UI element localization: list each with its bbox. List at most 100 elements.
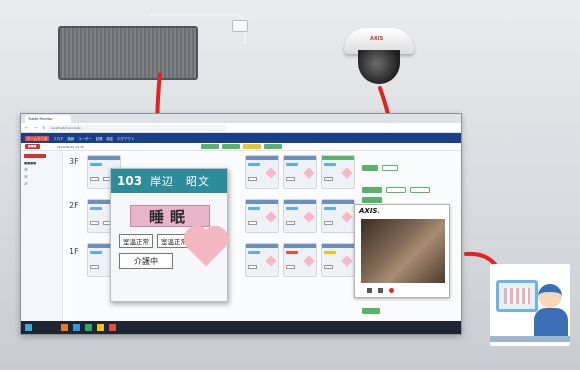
room-header [284, 200, 316, 204]
bed-icon [286, 207, 298, 210]
menu-item-facility[interactable]: 施設 [67, 136, 74, 141]
room-detail-popup[interactable]: 103 岸辺 昭文 睡眠 室温正常 室温正常 介護中 [110, 168, 228, 302]
care-status: 介護中 [119, 253, 173, 269]
vital-cell [286, 221, 295, 225]
vital-cell [324, 265, 333, 269]
sidebar-item-3f[interactable]: 3F [24, 168, 59, 172]
room-card[interactable] [283, 199, 317, 233]
app-menu: ホームモニタ フロア 施設 ユーザー 記録 設定 ログアウト [25, 136, 134, 141]
bed-icon [90, 163, 102, 166]
action-button-4[interactable] [264, 144, 282, 149]
menu-item-home[interactable]: ホームモニタ [25, 136, 50, 141]
room-temp-status: 室温正常 [119, 234, 153, 248]
panel-button-6[interactable] [362, 197, 382, 203]
menu-item-floor[interactable]: フロア [53, 136, 63, 141]
vital-cell [248, 221, 257, 225]
room-card[interactable] [321, 199, 355, 233]
sidebar: ■■■■ 3F 2F 1F [21, 151, 63, 323]
action-buttons [201, 144, 282, 149]
resident-name: 岸辺 昭文 [150, 175, 211, 188]
camera-stop-icon[interactable] [367, 287, 372, 293]
alert-badge[interactable]: ■■■ [25, 144, 40, 149]
sidebar-item-0[interactable]: ■■■■ [24, 161, 59, 165]
camera-record-icon[interactable] [389, 287, 394, 293]
vital-cell [324, 221, 333, 225]
start-icon[interactable] [25, 324, 32, 331]
panel-button-3[interactable] [362, 187, 382, 193]
browser-tab[interactable]: Tablet Monitor [25, 115, 71, 123]
panel-button-4[interactable] [386, 187, 406, 193]
camera-brand-mark: . [377, 207, 381, 215]
heart-icon [341, 255, 353, 267]
monitor-icon [496, 280, 538, 312]
heart-icon [265, 211, 277, 223]
taskbar-app-icon[interactable] [97, 324, 104, 331]
sidebar-item-1f[interactable]: 1F [24, 182, 59, 186]
bed-icon [286, 163, 298, 166]
bed-icon [248, 163, 260, 166]
room-card[interactable] [245, 243, 279, 277]
room-card[interactable] [321, 243, 355, 277]
room-card[interactable] [245, 155, 279, 189]
vital-cell [286, 265, 295, 269]
nav-buttons[interactable]: ← → ↻ [25, 125, 48, 130]
heart-icon [341, 211, 353, 223]
room-header [284, 156, 316, 160]
sensor-controller [232, 20, 248, 32]
room-card[interactable] [321, 155, 355, 189]
camera-controls [361, 285, 445, 295]
sidebar-alert-item[interactable] [24, 154, 46, 158]
panel-button-5[interactable] [410, 187, 430, 193]
vital-cell [286, 177, 295, 181]
camera-action-button[interactable] [362, 308, 380, 314]
action-button-3[interactable] [243, 144, 261, 149]
taskbar-app-icon[interactable] [61, 324, 68, 331]
panel-button-1[interactable] [362, 165, 378, 171]
taskbar-app-icon[interactable] [73, 324, 80, 331]
vital-cell [324, 177, 333, 181]
status-bar: ■■■ 2019/06/25 14:30 [21, 143, 461, 151]
menu-item-user[interactable]: ユーザー [78, 136, 92, 141]
room-card[interactable] [283, 155, 317, 189]
room-header [284, 244, 316, 248]
floor-label-2f: 2F [69, 201, 79, 210]
heart-icon [303, 167, 315, 179]
bed-icon [248, 207, 260, 210]
room-header [322, 244, 354, 248]
room-card[interactable] [283, 243, 317, 277]
camera-logo: AXIS [370, 36, 384, 42]
bed-icon [286, 251, 298, 254]
address-bar: ← → ↻ localhost/monomili/... [21, 123, 461, 133]
action-button-2[interactable] [222, 144, 240, 149]
menu-item-logout[interactable]: ログアウト [117, 136, 134, 141]
dome-camera: AXIS [344, 28, 414, 86]
room-header [322, 156, 354, 160]
action-button-1[interactable] [201, 144, 219, 149]
heart-icon [341, 167, 353, 179]
sidebar-item-2f[interactable]: 2F [24, 175, 59, 179]
floor-label-3f: 3F [69, 157, 79, 166]
room-header [246, 244, 278, 248]
bed-icon [90, 207, 102, 210]
operator-body [534, 308, 568, 338]
bed-icon [90, 251, 102, 254]
browser-tab-bar: Tablet Monitor [21, 114, 461, 123]
url-field[interactable]: localhost/monomili/... [47, 125, 227, 131]
heart-icon [187, 229, 225, 267]
camera-live-feed[interactable] [361, 219, 445, 283]
panel-button-2[interactable] [382, 165, 398, 171]
camera-pause-icon[interactable] [378, 287, 383, 293]
vital-cell [90, 265, 99, 269]
room-card[interactable] [245, 199, 279, 233]
monitor-screen [504, 288, 530, 304]
bed-icon [324, 163, 336, 166]
menu-item-record[interactable]: 記録 [96, 136, 103, 141]
room-header [246, 156, 278, 160]
menu-item-settings[interactable]: 設定 [106, 136, 113, 141]
room-header [246, 200, 278, 204]
taskbar-app-icon[interactable] [85, 324, 92, 331]
status-text: 2019/06/25 14:30 [57, 145, 84, 149]
taskbar-app-icon[interactable] [109, 324, 116, 331]
camera-brand: AXIS. [359, 207, 380, 215]
operator-head [538, 284, 562, 308]
